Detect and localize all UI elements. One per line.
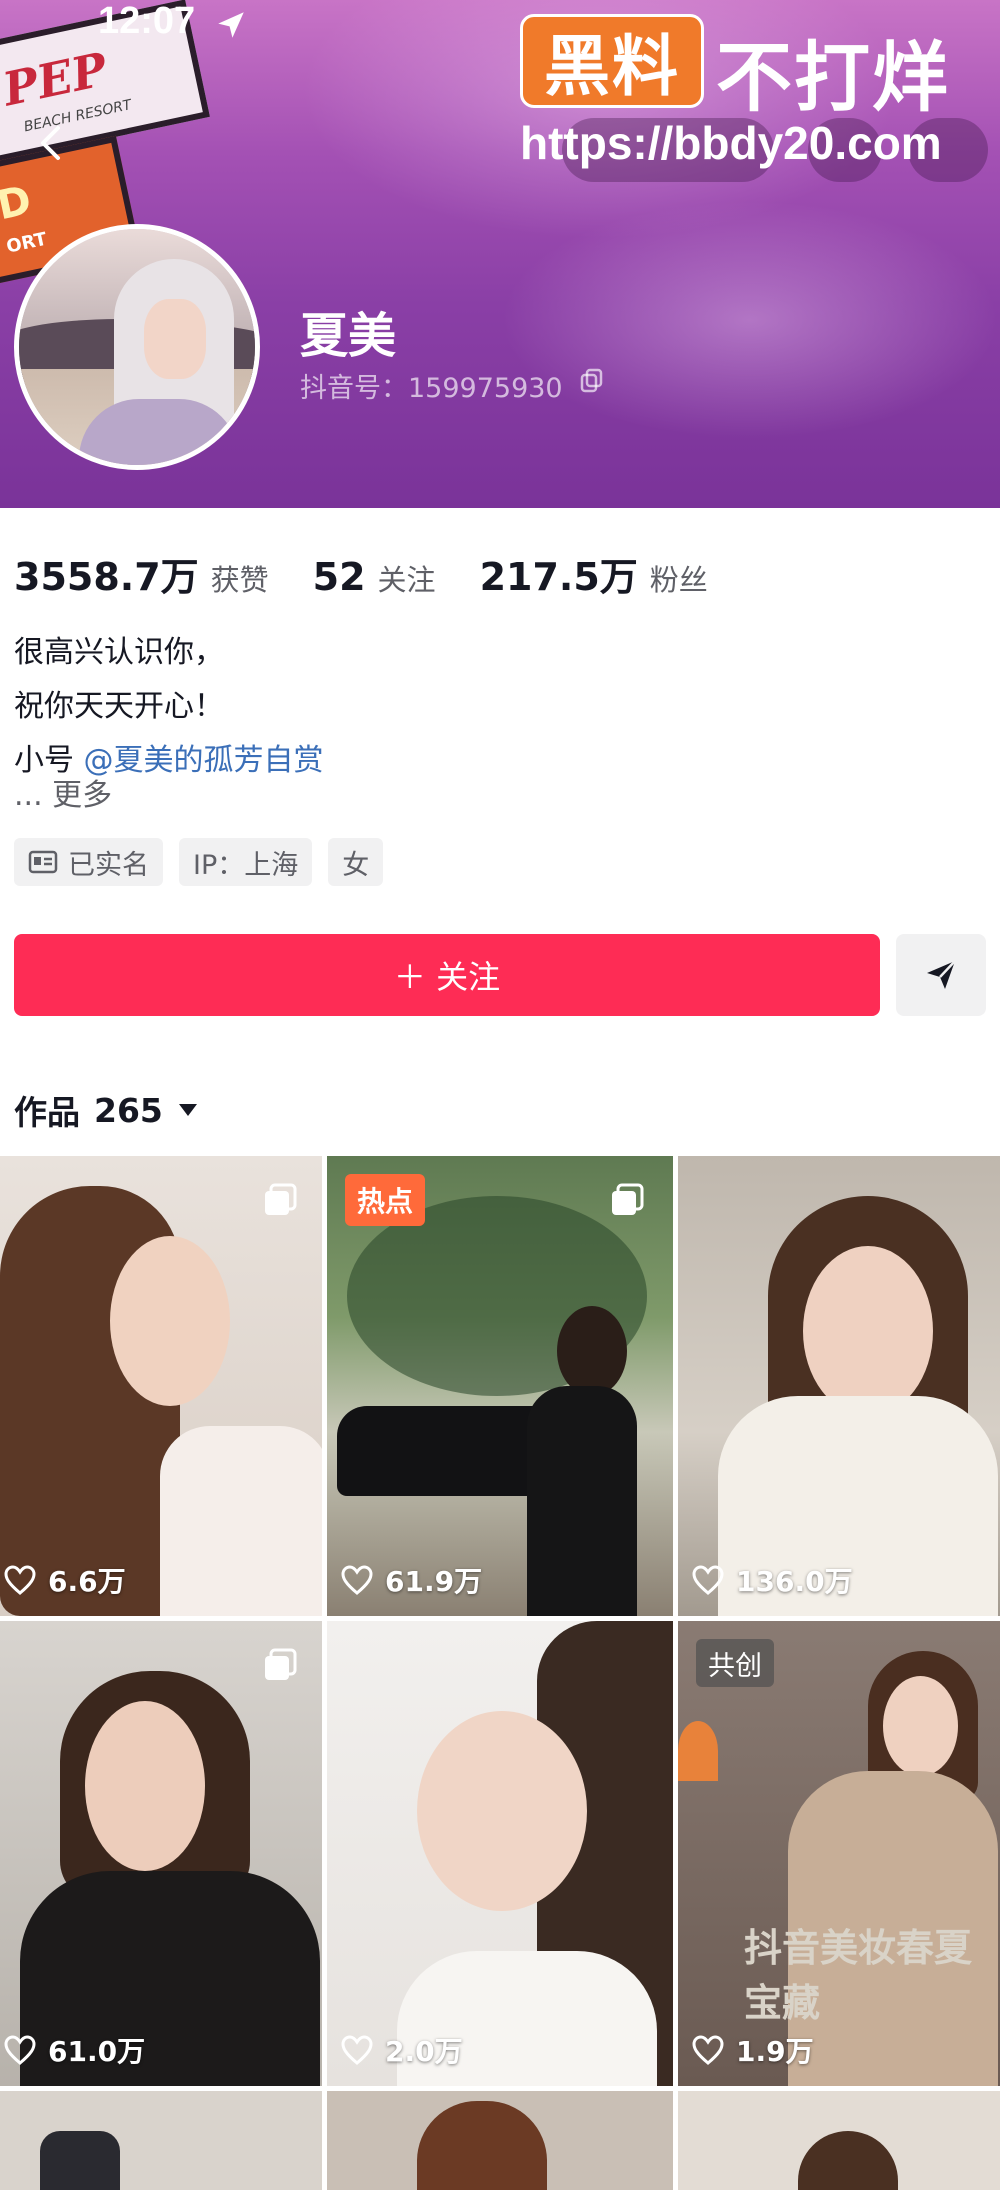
watermark-text: 不打烊 (716, 33, 950, 122)
like-count: 6.6万 (4, 1560, 126, 1600)
following-label[interactable]: 关注 (378, 557, 436, 599)
figure-face (417, 1711, 587, 1911)
heart-icon (4, 2035, 36, 2065)
follow-button[interactable]: ＋ 关注 (14, 934, 880, 1016)
followers-count[interactable]: 217.5万 (480, 546, 638, 601)
heart-icon (4, 1565, 36, 1595)
avatar-face (144, 299, 206, 379)
lamp (678, 1721, 718, 1781)
tag-label: IP：上海 (193, 849, 299, 881)
figure-head (557, 1306, 627, 1396)
heart-icon (692, 1565, 724, 1595)
video-thumbnail[interactable] (327, 2091, 673, 2190)
status-time: 12:07 (98, 0, 196, 42)
like-count-text: 61.0万 (48, 2035, 146, 2068)
heart-icon (692, 2035, 724, 2065)
works-count: 265 (94, 1090, 163, 1130)
like-count: 136.0万 (692, 1560, 853, 1600)
like-count: 2.0万 (341, 2030, 463, 2070)
tag-label: 已实名 (68, 849, 149, 881)
figure-face (110, 1236, 230, 1406)
cocreate-badge: 共创 (696, 1639, 774, 1687)
like-count-text: 6.6万 (48, 1565, 126, 1598)
location-arrow-icon (218, 12, 244, 38)
heart-icon (341, 2035, 373, 2065)
figure-body (160, 1426, 322, 1616)
heart-icon (341, 1565, 373, 1595)
tag-ip: IP：上海 (179, 838, 313, 886)
douyin-id: 抖音号：159975930 (300, 373, 563, 404)
figure-face (803, 1246, 933, 1416)
figure-face (883, 1676, 958, 1776)
bio-line: 祝你天天开心！ (14, 689, 224, 724)
bio-line: 很高兴认识你， (14, 635, 224, 670)
like-count-text: 136.0万 (736, 1565, 853, 1598)
figure-dress (527, 1386, 637, 1616)
figure-partial (798, 2131, 898, 2190)
video-thumbnail[interactable] (678, 2091, 1000, 2190)
video-thumbnail[interactable]: 2.0万 (327, 1621, 673, 2086)
like-count-text: 1.9万 (736, 2035, 814, 2068)
figure-partial (417, 2101, 547, 2190)
like-count: 61.9万 (341, 1560, 482, 1600)
avatar[interactable] (14, 224, 260, 470)
multi-image-icon (265, 1183, 297, 1215)
following-count[interactable]: 52 (313, 555, 366, 599)
share-button[interactable] (896, 934, 986, 1016)
like-count-text: 2.0万 (385, 2035, 463, 2068)
watermark-box-text: 黑料 (544, 28, 680, 105)
likes-count: 3558.7万 (14, 555, 199, 599)
figure-partial (40, 2131, 120, 2190)
works-label: 作品 (14, 1093, 80, 1132)
profile-stats: 3558.7万 获赞 52 关注 217.5万 粉丝 (14, 546, 752, 601)
watermark-logo: 黑料 (520, 14, 704, 108)
video-thumbnail[interactable]: 热点 61.9万 (327, 1156, 673, 1616)
video-thumbnail[interactable]: 136.0万 (678, 1156, 1000, 1616)
copy-icon[interactable] (579, 367, 605, 393)
tag-verified: 已实名 (14, 838, 163, 886)
tab-works[interactable]: 作品 265 (14, 1086, 199, 1134)
username: 夏美 (300, 308, 397, 364)
likes-label: 获赞 (210, 563, 269, 597)
hot-badge: 热点 (345, 1174, 426, 1226)
watermark-url: https://bbdy20.com (520, 117, 942, 169)
profile-header: PEP BEACH RESORT D ORT 12:07 黑料 不打烊 http… (0, 0, 1000, 508)
like-count: 61.0万 (4, 2030, 145, 2070)
send-icon (927, 960, 956, 989)
bio: 很高兴认识你， 祝你天天开心！ 小号 @夏美的孤芳自赏 (14, 626, 324, 788)
like-count-text: 61.9万 (385, 1565, 483, 1598)
multi-image-icon (265, 1648, 297, 1680)
video-caption: 抖音美妆春夏宝藏 (744, 1926, 973, 2025)
like-count: 1.9万 (692, 2030, 814, 2070)
back-icon[interactable] (26, 118, 76, 168)
video-thumbnail[interactable] (0, 2091, 322, 2190)
sign-text: D (0, 177, 36, 230)
figure-face (85, 1701, 205, 1871)
bio-more-link[interactable]: ... 更多 (14, 770, 112, 814)
followers-label[interactable]: 粉丝 (650, 557, 708, 599)
tag-gender: 女 (328, 838, 384, 886)
sky-cloud (500, 200, 1000, 440)
profile-tags: 已实名 IP：上海 女 (14, 838, 384, 886)
video-thumbnail[interactable]: 共创 抖音美妆春夏宝藏 1.9万 (678, 1621, 1000, 2086)
video-thumbnail[interactable]: 6.6万 (0, 1156, 322, 1616)
tag-label: 女 (342, 849, 370, 881)
multi-image-icon (612, 1183, 644, 1215)
bio-mention-link[interactable]: @夏美的孤芳自赏 (84, 743, 324, 778)
id-card-icon (28, 850, 58, 874)
caret-down-icon (178, 1104, 197, 1116)
video-thumbnail[interactable]: 61.0万 (0, 1621, 322, 2086)
